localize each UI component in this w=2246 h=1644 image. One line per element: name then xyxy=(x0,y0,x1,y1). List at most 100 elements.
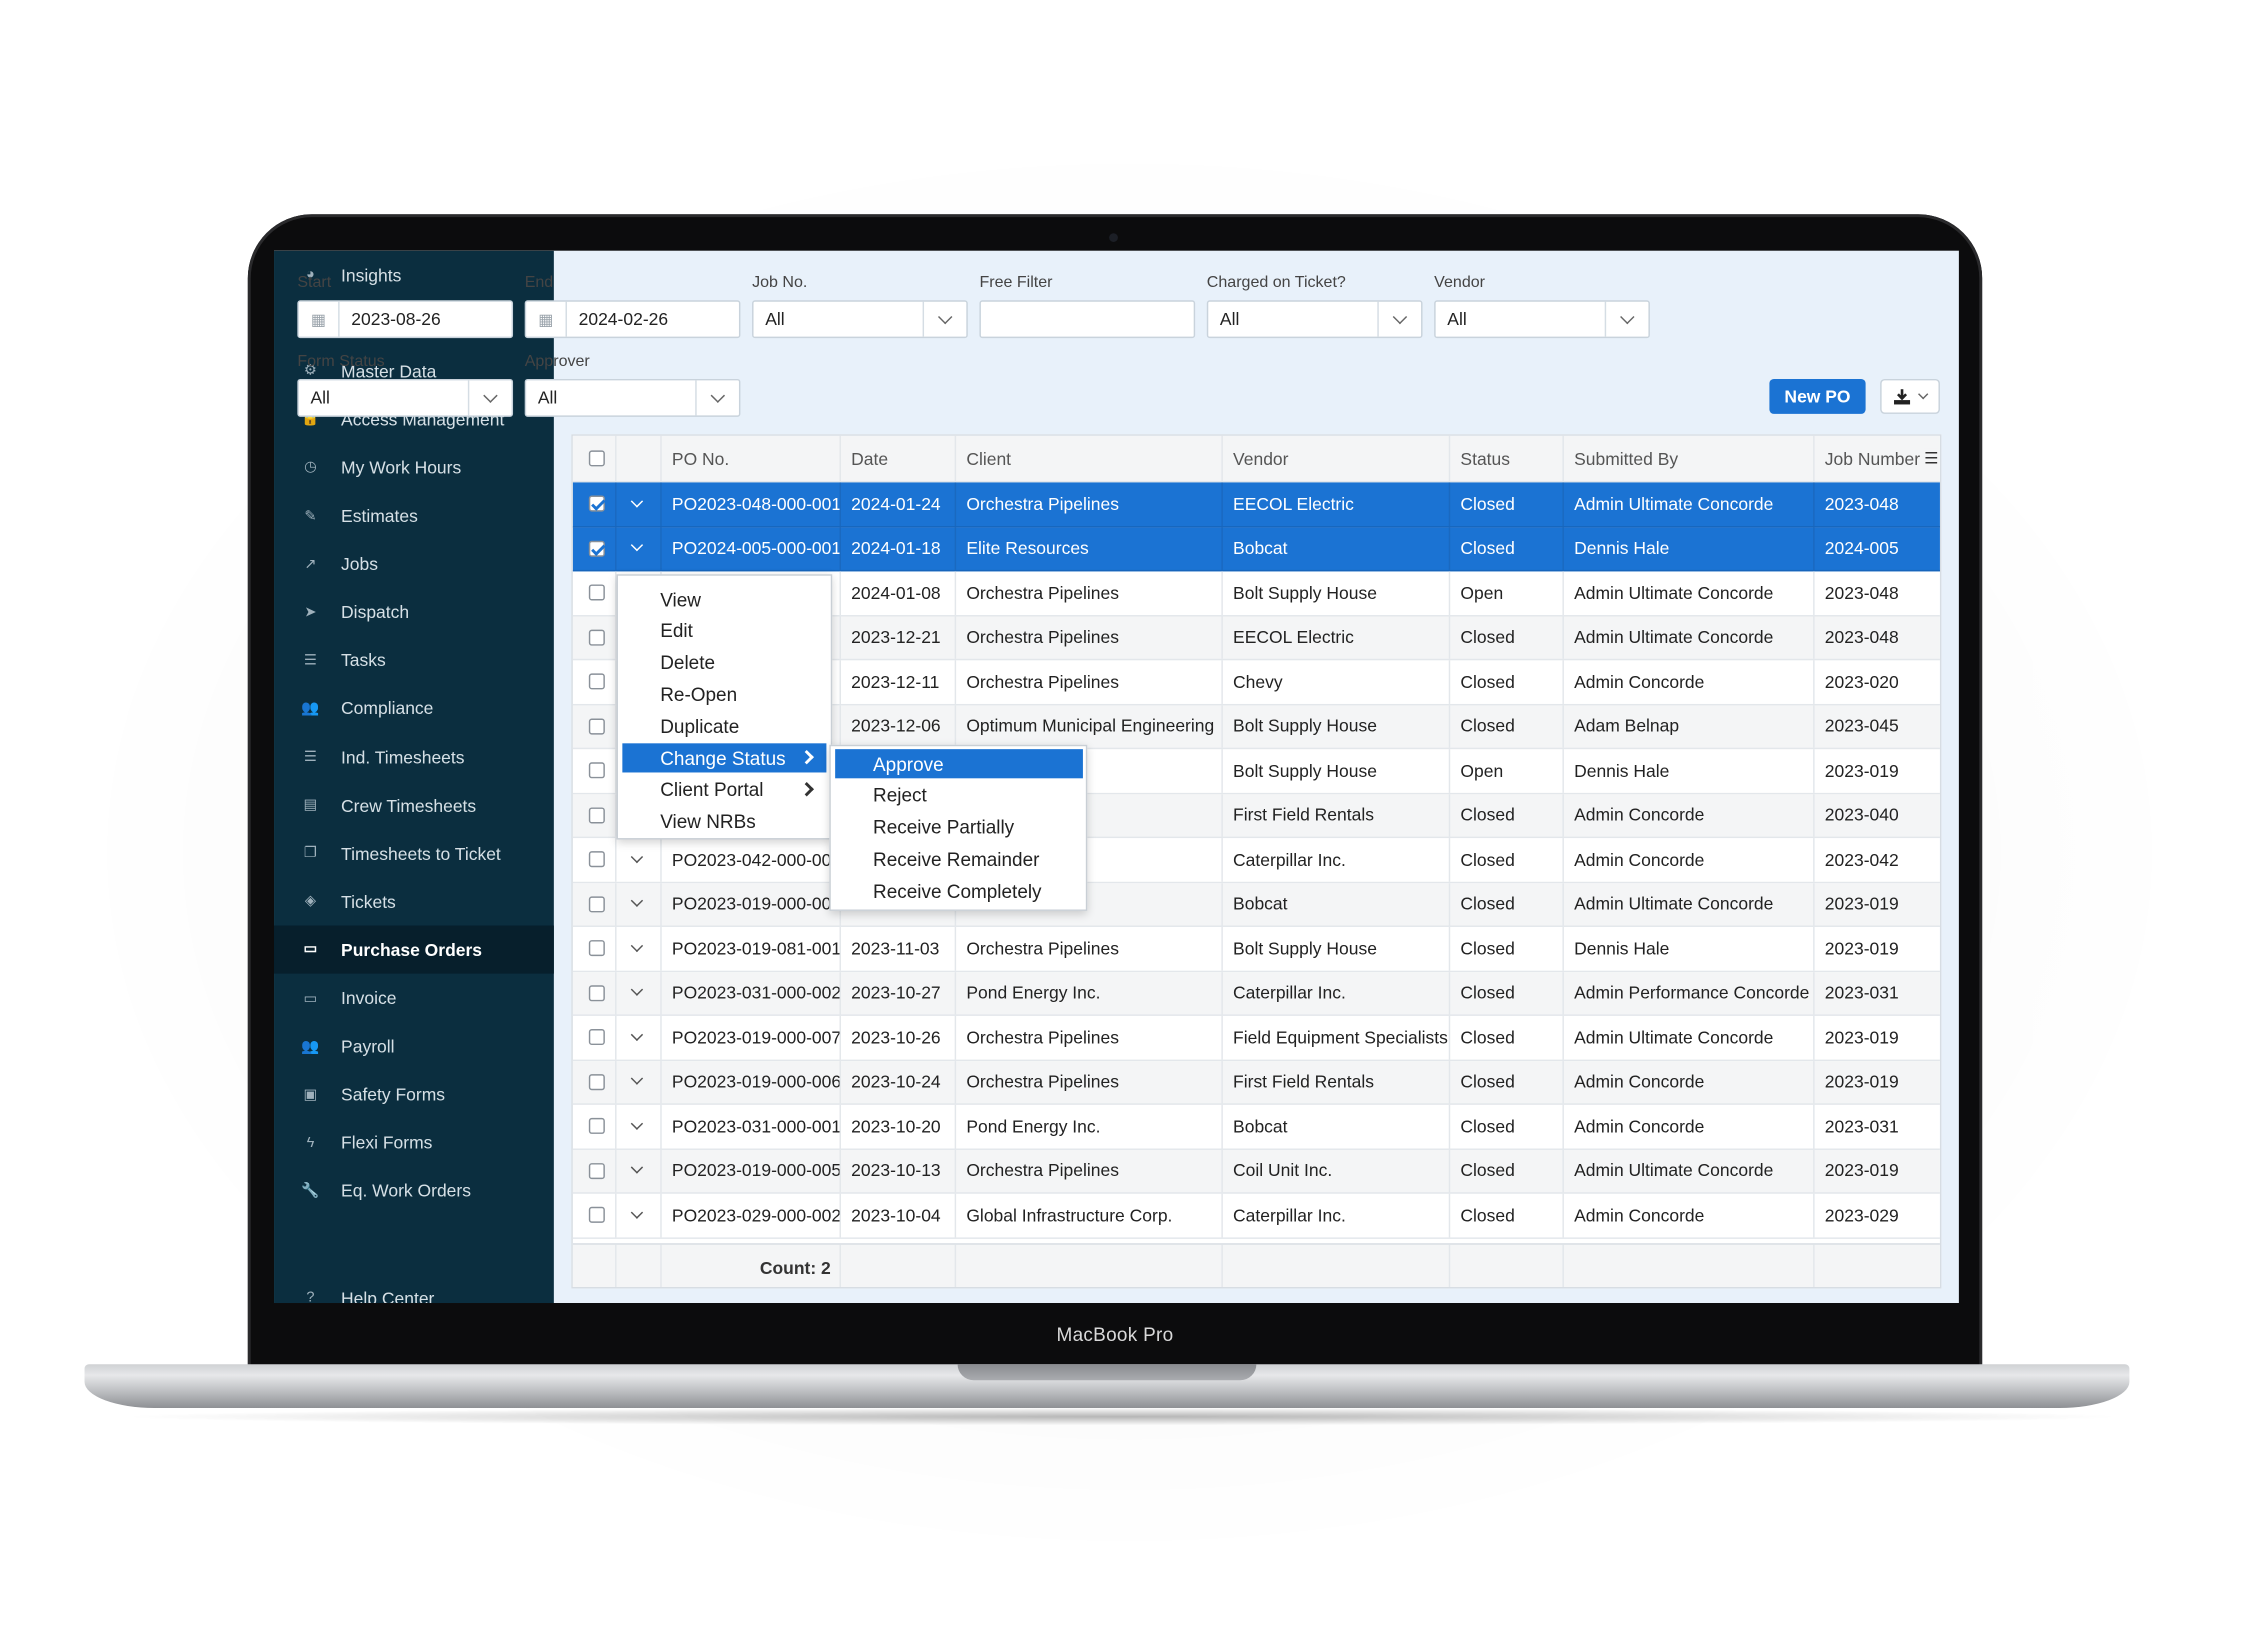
row-select-cell[interactable] xyxy=(573,526,617,570)
row-checkbox[interactable] xyxy=(588,851,605,868)
row-checkbox[interactable] xyxy=(588,1207,605,1224)
start-date-field[interactable]: ▦ 2023-08-26 xyxy=(297,300,514,339)
select-all-cell[interactable] xyxy=(573,435,617,481)
row-actions-cell[interactable] xyxy=(617,482,662,526)
row-checkbox[interactable] xyxy=(588,984,605,1001)
row-checkbox[interactable] xyxy=(588,807,605,824)
table-row[interactable]: PO2023-042-000-001nfrastructureCaterpill… xyxy=(572,838,1940,883)
column-header-submitted-by[interactable]: Submitted By xyxy=(1564,435,1815,481)
row-select-cell[interactable] xyxy=(573,1193,617,1237)
chevron-down-icon[interactable] xyxy=(630,1206,644,1219)
table-row[interactable]: PO2023-031-000-001 2023-10-20 Pond Energy … xyxy=(572,1104,1940,1150)
sidebar-item-flexi-forms[interactable]: ϟ Flexi Forms xyxy=(274,1119,554,1167)
menu-item-client-portal[interactable]: Client Portal xyxy=(622,775,826,804)
row-checkbox[interactable] xyxy=(588,673,605,690)
sidebar-item-purchase-orders[interactable]: ▭ Purchase Orders xyxy=(274,926,554,975)
row-checkbox[interactable] xyxy=(588,718,605,735)
row-select-cell[interactable] xyxy=(573,615,617,659)
export-dropdown-button[interactable] xyxy=(1880,378,1940,414)
sidebar-item-estimates[interactable]: ✎ Estimates xyxy=(274,492,554,540)
menu-item-delete[interactable]: Delete xyxy=(622,648,826,677)
row-actions-cell[interactable] xyxy=(617,1193,662,1237)
table-row[interactable]: PO2023-019-081-001 2023-11-03 Orchestra Pi… xyxy=(572,926,1940,972)
chevron-down-icon[interactable] xyxy=(630,1028,644,1041)
row-select-cell[interactable] xyxy=(573,571,617,615)
row-checkbox[interactable] xyxy=(588,495,605,512)
row-select-cell[interactable] xyxy=(573,838,617,882)
menu-item-view[interactable]: View xyxy=(622,584,826,613)
sidebar-item-payroll[interactable]: 👥 Payroll xyxy=(274,1023,554,1071)
row-select-cell[interactable] xyxy=(573,793,617,837)
row-select-cell[interactable] xyxy=(573,1149,617,1193)
sidebar-item-compliance[interactable]: 👥 Compliance xyxy=(274,685,554,733)
status-option-reject[interactable]: Reject xyxy=(835,781,1083,810)
sidebar-item-tasks[interactable]: ☰ Tasks xyxy=(274,637,554,685)
row-checkbox[interactable] xyxy=(588,940,605,957)
row-select-cell[interactable] xyxy=(573,660,617,704)
row-select-cell[interactable] xyxy=(573,1060,617,1104)
sidebar-item-timesheets-to-ticket[interactable]: ❐ Timesheets to Ticket xyxy=(274,830,554,878)
approver-select[interactable]: All xyxy=(524,378,741,417)
chevron-down-icon[interactable] xyxy=(630,1072,644,1086)
select-all-checkbox[interactable] xyxy=(588,450,605,467)
column-menu-icon[interactable]: ☰ xyxy=(1924,448,1939,468)
status-option-receive-completely[interactable]: Receive Completely xyxy=(835,876,1083,905)
chevron-down-icon[interactable] xyxy=(630,1161,644,1175)
free-filter-input[interactable] xyxy=(979,300,1196,339)
table-row[interactable]: PO2023-019-000-006 2023-10-24 Orchestra Pi… xyxy=(572,1060,1940,1105)
row-checkbox[interactable] xyxy=(588,1029,605,1046)
sidebar-item-ind-timesheets[interactable]: ☰ Ind. Timesheets xyxy=(274,733,554,781)
sidebar-item-jobs[interactable]: ↗ Jobs xyxy=(274,540,554,588)
sidebar-item-my-work-hours[interactable]: ◷ My Work Hours xyxy=(274,444,554,492)
menu-item-view-nrbs[interactable]: View NRBs xyxy=(622,807,826,836)
charged-select[interactable]: All xyxy=(1206,300,1423,339)
row-checkbox[interactable] xyxy=(588,1162,605,1179)
column-header-po-no[interactable]: PO No. xyxy=(662,435,841,481)
chevron-down-icon[interactable] xyxy=(630,539,644,552)
vendor-select[interactable]: All xyxy=(1434,300,1650,339)
new-po-button[interactable]: New PO xyxy=(1769,378,1866,414)
menu-item-duplicate[interactable]: Duplicate xyxy=(622,712,826,741)
row-actions-cell[interactable] xyxy=(617,1104,662,1148)
row-select-cell[interactable] xyxy=(573,882,617,926)
chevron-down-icon[interactable] xyxy=(630,983,644,997)
menu-item-change-status[interactable]: Change Status xyxy=(622,743,827,773)
table-row[interactable]: PO2023-019-000-005 2023-10-13 Orchestra Pi… xyxy=(572,1149,1940,1194)
table-row[interactable]: PO2023-031-000-002 2023-10-27 Pond Energy … xyxy=(572,971,1940,1016)
chevron-down-icon[interactable] xyxy=(630,494,644,508)
sidebar-item-tickets[interactable]: ◈ Tickets xyxy=(274,878,554,926)
row-select-cell[interactable] xyxy=(573,704,617,748)
row-actions-cell[interactable] xyxy=(617,838,662,882)
sidebar-item-crew-timesheets[interactable]: ▤ Crew Timesheets xyxy=(274,781,554,829)
row-select-cell[interactable] xyxy=(573,1015,617,1059)
sidebar-item-safety-forms[interactable]: ▣ Safety Forms xyxy=(274,1071,554,1119)
column-header-status[interactable]: Status xyxy=(1450,435,1564,481)
menu-item-re-open[interactable]: Re-Open xyxy=(622,680,826,709)
column-header-vendor[interactable]: Vendor xyxy=(1223,435,1451,481)
table-row[interactable]: PO2023-048-000-001 2024-01-24 Orchestra Pi… xyxy=(572,482,1940,527)
table-row[interactable]: PO2023-019-000-007 2023-10-26 Orchestra Pi… xyxy=(572,1015,1940,1061)
row-checkbox[interactable] xyxy=(588,1118,605,1135)
table-row[interactable]: PO2023-029-000-002 2023-10-04 Global Infra… xyxy=(572,1193,1940,1239)
chevron-down-icon[interactable] xyxy=(630,850,644,863)
form-status-select[interactable]: All xyxy=(297,378,514,417)
column-header-job-number[interactable]: Job Number xyxy=(1815,436,1940,481)
status-option-receive-remainder[interactable]: Receive Remainder xyxy=(835,844,1083,873)
row-select-cell[interactable] xyxy=(573,482,617,526)
row-checkbox[interactable] xyxy=(588,629,605,646)
row-actions-cell[interactable] xyxy=(617,1149,662,1193)
table-row[interactable]: PO2024-005-000-001 2024-01-18 Elite Resour… xyxy=(572,526,1940,572)
job-no-select[interactable]: All xyxy=(752,300,968,339)
status-option-approve[interactable]: Approve xyxy=(835,749,1083,779)
menu-item-edit[interactable]: Edit xyxy=(622,616,826,645)
row-checkbox[interactable] xyxy=(588,540,605,557)
row-checkbox[interactable] xyxy=(588,1073,605,1090)
row-actions-cell[interactable] xyxy=(617,1015,662,1059)
sidebar-item-dispatch[interactable]: ➤ Dispatch xyxy=(274,588,554,636)
row-actions-cell[interactable] xyxy=(617,926,662,970)
row-select-cell[interactable] xyxy=(573,1104,617,1148)
chevron-down-icon[interactable] xyxy=(630,894,644,908)
table-row[interactable]: PO2023-019-000-008nesBobcatClosedAdmin U… xyxy=(572,882,1940,927)
chevron-down-icon[interactable] xyxy=(630,1117,644,1130)
row-actions-cell[interactable] xyxy=(617,526,662,570)
